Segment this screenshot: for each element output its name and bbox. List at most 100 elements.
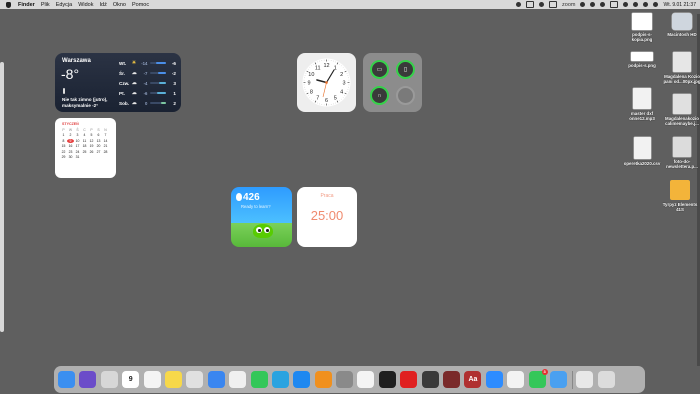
- dock-app-photos-icon[interactable]: [229, 371, 247, 388]
- dock-app-mail-icon[interactable]: [207, 371, 225, 388]
- window-icon[interactable]: [526, 1, 535, 8]
- dock-app-preview-icon[interactable]: [549, 371, 567, 388]
- calendar-day: 2: [69, 133, 72, 138]
- menu-edit[interactable]: Edycja: [56, 2, 73, 8]
- dock-app-vlc-icon[interactable]: [507, 371, 525, 388]
- pomodoro-timer-widget[interactable]: Praca 25:00: [297, 187, 357, 247]
- duolingo-widget[interactable]: 426 Ready to learn?: [231, 187, 292, 247]
- clock-number: 4: [340, 89, 343, 95]
- forecast-row: Wt. ☀ -14 -6: [119, 58, 176, 68]
- weather-widget[interactable]: Warszawa -8° Nie tak zimno (jutro), maks…: [55, 53, 181, 112]
- zoom-status-label[interactable]: zoom: [562, 2, 575, 8]
- calendar-day: 15: [61, 144, 66, 149]
- calendar-day: 28: [103, 149, 108, 154]
- clock-number: 6: [325, 98, 328, 104]
- dock-app-chrome-icon[interactable]: [186, 371, 204, 388]
- dock-app-messages-icon[interactable]: [250, 371, 268, 388]
- wifi-icon[interactable]: [623, 2, 629, 7]
- cloud-icon: ☁: [131, 69, 137, 76]
- apple-logo-icon[interactable]: [6, 1, 11, 8]
- control-center-icon[interactable]: [643, 2, 649, 7]
- status-menus: zoom Wt. 9.01 21:37: [516, 0, 696, 9]
- left-edge-scrollbar[interactable]: [0, 62, 4, 332]
- menu-file[interactable]: Plik: [41, 2, 50, 8]
- battery-ring-empty: [396, 86, 415, 105]
- status-icon[interactable]: [590, 2, 596, 7]
- desktop-icon-magdalena-photo[interactable]: Magdalena Kozio pani od...00px.jpg: [660, 52, 700, 84]
- battery-icon[interactable]: [610, 1, 619, 8]
- dock-app-calendar-icon[interactable]: 9: [122, 371, 140, 388]
- menu-app-name[interactable]: Finder: [18, 2, 35, 8]
- dock-app-trash-icon[interactable]: [597, 371, 615, 388]
- dock-app-downloads-stack-icon[interactable]: [576, 371, 594, 388]
- dock-app-dictionary-icon[interactable]: Aa: [464, 371, 482, 388]
- dock-app-davinci-resolve-icon[interactable]: [421, 371, 439, 388]
- forecast-low: 0: [145, 100, 148, 106]
- dock-app-books-icon[interactable]: [314, 371, 332, 388]
- desktop-icon-macintosh-hd[interactable]: Macintosh HD: [660, 13, 700, 37]
- calendar-widget[interactable]: STYCZEŃ P W Ś C P S N 1 2 3 4 5 6 7 8 9 10 11 12 13 14 15 16 17…: [55, 118, 116, 178]
- photo-thumbnail-icon: [673, 52, 691, 72]
- forecast-day: Pt.: [119, 90, 125, 96]
- flame-icon: [236, 193, 242, 201]
- calendar-day: 10: [75, 138, 80, 143]
- dock-app-facetime-icon[interactable]: 3: [528, 369, 548, 388]
- calendar-day: 3: [76, 133, 79, 138]
- desktop-icon-podpis[interactable]: podpis-s.png: [620, 52, 664, 68]
- dock-app-activity-monitor-icon[interactable]: [378, 371, 396, 388]
- calendar-day: 30: [68, 154, 73, 159]
- dock-app-finder-icon[interactable]: [58, 371, 75, 388]
- calendar-day: 16: [68, 144, 73, 149]
- clock-widget[interactable]: 12 1 2 3 4 5 6 7 8 9 10 11: [297, 53, 356, 112]
- photo-thumbnail-icon: [673, 137, 691, 157]
- clock-number: 10: [308, 72, 314, 78]
- menu-clock[interactable]: Wt. 9.01 21:37: [663, 2, 696, 8]
- timer-label: Praca: [320, 193, 334, 199]
- desktop-icon-mp3[interactable]: master dxf onne12.mp3: [620, 88, 664, 121]
- dock-app-telegram-icon[interactable]: [271, 371, 289, 388]
- menu-go[interactable]: Idź: [99, 2, 106, 8]
- dock-app-textedit-icon[interactable]: [143, 371, 161, 388]
- forecast-row: Sob. ☁ 0 2: [119, 98, 176, 108]
- laptop-icon: ▭: [376, 67, 383, 73]
- calendar-weekday: Ś: [76, 128, 79, 132]
- dock-app-launchpad-icon[interactable]: [100, 371, 118, 388]
- search-icon[interactable]: [633, 2, 639, 7]
- desktop-icon-podpis-kopia[interactable]: podpis-s- kopia.png: [620, 13, 664, 42]
- dock-app-notes-icon[interactable]: [164, 371, 182, 388]
- status-icon[interactable]: [600, 2, 606, 7]
- calendar-grid: P W Ś C P S N 1 2 3 4 5 6 7 8 9 10 11 12 13 14 15 16 17 18 19 20 21…: [60, 128, 109, 159]
- calendar-weekday: P: [90, 128, 93, 132]
- siri-icon[interactable]: [653, 2, 659, 7]
- dock-app-safari-icon[interactable]: [357, 371, 375, 388]
- menu-window[interactable]: Okno: [113, 2, 126, 8]
- desktop-icon-folder[interactable]: Tyrpyz Elements 41S: [658, 180, 700, 212]
- desktop-icon-operetka-csv[interactable]: operetka2020.csv: [620, 137, 664, 166]
- forecast-row: Czw. ☁ -4 3: [119, 78, 176, 88]
- status-icon[interactable]: [516, 2, 522, 7]
- menu-view[interactable]: Widok: [78, 2, 93, 8]
- menu-help[interactable]: Pomoc: [132, 2, 149, 8]
- desktop: Finder Plik Edycja Widok Idź Okno Pomoc …: [0, 0, 700, 394]
- dock-app-acrobat-icon[interactable]: [400, 371, 418, 388]
- clock-number: 11: [315, 65, 321, 71]
- calendar-day: [88, 155, 95, 159]
- calendar-day: 14: [103, 138, 108, 143]
- calendar-day: 22: [61, 149, 66, 154]
- timer-time: 25:00: [310, 208, 344, 223]
- dock-app-zoom-icon[interactable]: [485, 371, 503, 388]
- dock-app-photo-booth-icon[interactable]: [443, 371, 461, 388]
- status-icon[interactable]: [539, 2, 545, 7]
- screen-icon[interactable]: [549, 1, 558, 8]
- status-icon[interactable]: [580, 2, 586, 7]
- dock-app-siri-icon[interactable]: [79, 371, 97, 388]
- dock-app-system-preferences-icon[interactable]: [336, 371, 354, 388]
- clock-number: 12: [323, 63, 329, 69]
- cloud-icon: ☁: [131, 79, 137, 86]
- batteries-widget[interactable]: ▭ ▯ ∩: [363, 53, 422, 112]
- desktop-icon-magdalena-jpg[interactable]: Magdalenakozio calimemaybe.j...: [660, 94, 700, 126]
- desktop-icon-foto-newsletter[interactable]: foto-do- newslettera.p...: [660, 137, 700, 169]
- calendar-day: 4: [83, 133, 86, 138]
- dock-app-app-store-icon[interactable]: [293, 371, 311, 388]
- temperature-range-bar: [150, 62, 167, 64]
